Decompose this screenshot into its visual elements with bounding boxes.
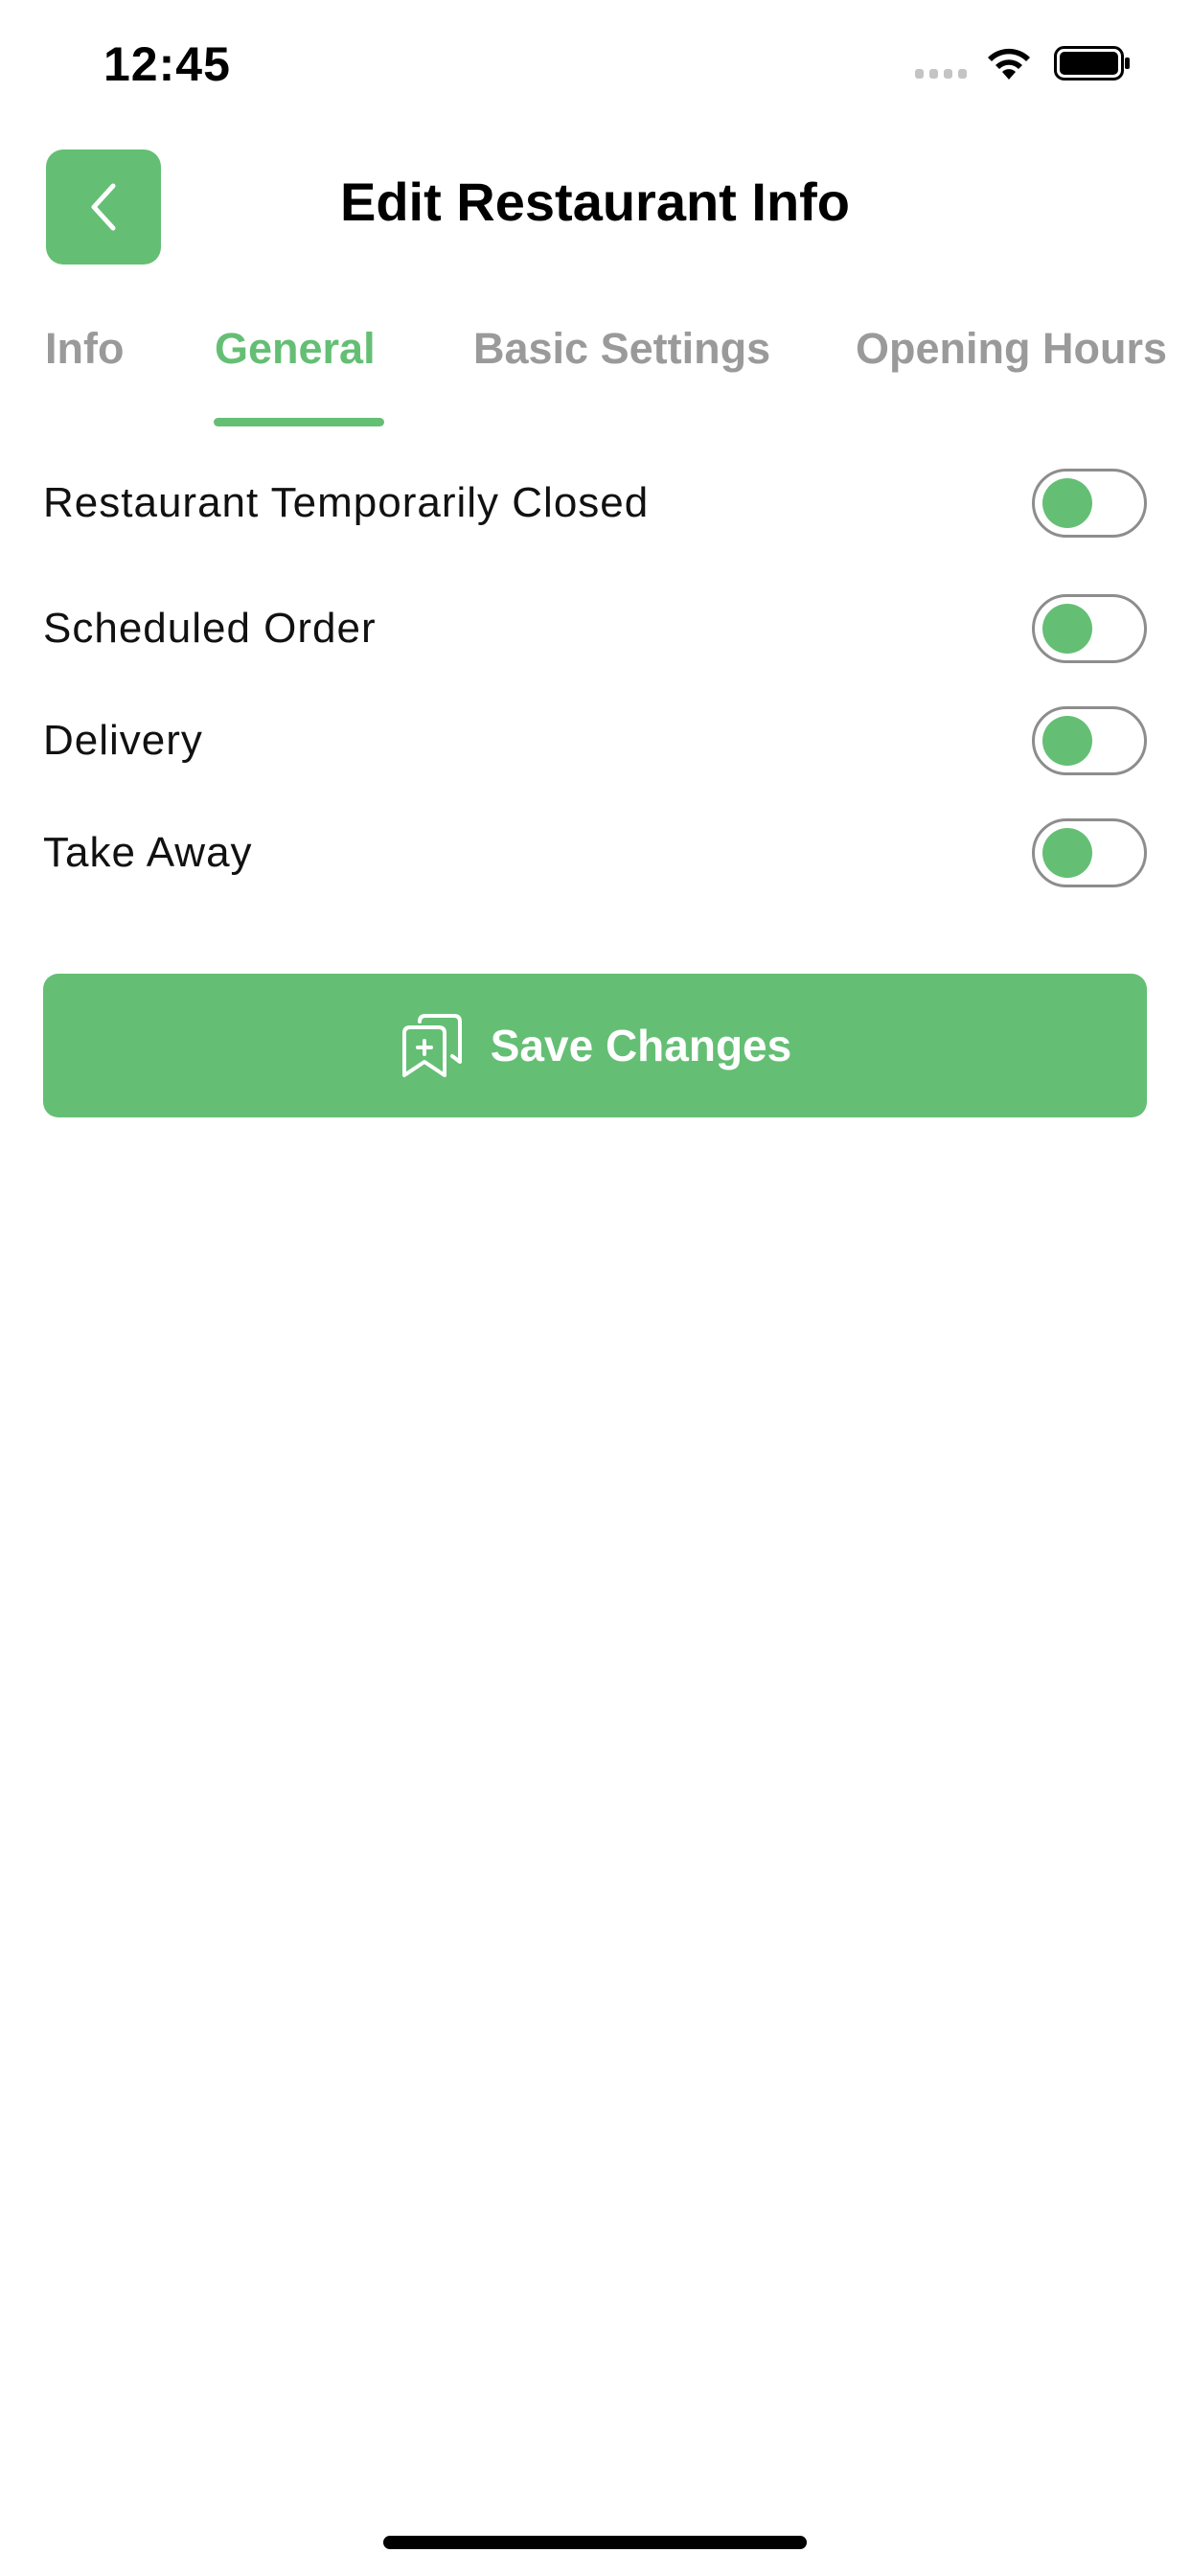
toggle-delivery[interactable]: [1032, 706, 1147, 775]
save-changes-button[interactable]: Save Changes: [43, 974, 1147, 1117]
toggle-knob: [1042, 604, 1092, 654]
signal-icon: [915, 69, 967, 79]
setting-label: Delivery: [43, 717, 203, 764]
toggle-scheduled-order[interactable]: [1032, 594, 1147, 663]
setting-row-take-away: Take Away: [43, 815, 1147, 891]
page-title: Edit Restaurant Info: [339, 172, 851, 232]
toggle-temporarily-closed[interactable]: [1032, 469, 1147, 538]
tab-bar: Info General Basic Settings Opening Hour…: [0, 316, 1190, 431]
setting-row-temporarily-closed: Restaurant Temporarily Closed: [43, 465, 1147, 541]
bookmark-add-icon: [401, 1014, 462, 1077]
wifi-icon: [988, 48, 1030, 80]
toggle-knob: [1042, 828, 1092, 878]
tab-info[interactable]: Info: [45, 324, 124, 374]
setting-row-delivery: Delivery: [43, 702, 1147, 779]
tab-opening-hours[interactable]: Opening Hours: [856, 324, 1167, 374]
setting-label: Restaurant Temporarily Closed: [43, 479, 650, 526]
chevron-left-icon: [91, 183, 116, 231]
status-bar: 12:45: [0, 0, 1190, 134]
toggle-knob: [1042, 478, 1092, 528]
tab-general[interactable]: General: [215, 324, 376, 374]
status-time: 12:45: [103, 37, 231, 91]
toggle-take-away[interactable]: [1032, 818, 1147, 887]
tab-basic-settings[interactable]: Basic Settings: [473, 324, 770, 374]
home-indicator: [383, 2536, 807, 2549]
toggle-knob: [1042, 716, 1092, 766]
save-changes-label: Save Changes: [490, 1021, 792, 1070]
battery-icon: [1054, 46, 1130, 80]
setting-label: Take Away: [43, 829, 253, 876]
setting-row-scheduled-order: Scheduled Order: [43, 590, 1147, 667]
active-tab-indicator: [214, 418, 384, 426]
back-button[interactable]: [46, 150, 161, 264]
setting-label: Scheduled Order: [43, 605, 377, 652]
